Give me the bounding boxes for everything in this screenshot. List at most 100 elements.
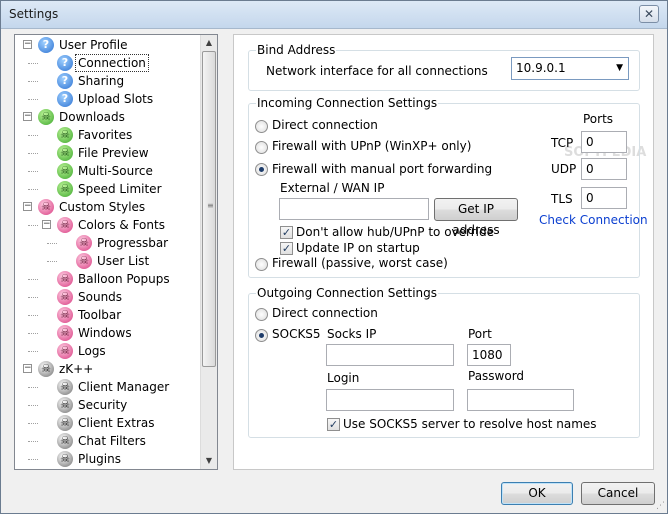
tree-item-sharing[interactable]: ? Sharing bbox=[15, 72, 200, 90]
tree-item-label: Sharing bbox=[78, 74, 125, 88]
tree-item-user-list[interactable]: ☠ User List bbox=[15, 252, 200, 270]
tree-item-favorites[interactable]: ☠ Favorites bbox=[15, 126, 200, 144]
tree-scrollbar[interactable]: ▲ ≡ ▼ bbox=[200, 35, 217, 469]
tree-item-zk[interactable]: − ☠ zK++ bbox=[15, 360, 200, 378]
tree-item-file-preview[interactable]: ☠ File Preview bbox=[15, 144, 200, 162]
tree-item-colors-fonts[interactable]: − ☠ Colors & Fonts bbox=[15, 216, 200, 234]
incoming-manual-label[interactable]: Firewall with manual port forwarding bbox=[272, 162, 492, 176]
tree-item-label: User List bbox=[97, 254, 150, 268]
scroll-thumb[interactable]: ≡ bbox=[202, 51, 216, 367]
resolve-hostnames-checkbox[interactable]: ✓ bbox=[327, 418, 340, 431]
settings-tree[interactable]: ▲ ≡ ▼ −? User Profile? Connection? Sharing?… bbox=[14, 34, 218, 470]
outgoing-direct-label[interactable]: Direct connection bbox=[272, 306, 378, 320]
password-input[interactable] bbox=[467, 389, 574, 411]
tree-item-progressbar[interactable]: ☠ Progressbar bbox=[15, 234, 200, 252]
tree-item-balloon-popups[interactable]: ☠ Balloon Popups bbox=[15, 270, 200, 288]
tree-item-security[interactable]: ☠ Security bbox=[15, 396, 200, 414]
green-skull-icon: ☠ bbox=[57, 163, 73, 179]
tree-item-toolbar[interactable]: ☠ Toolbar bbox=[15, 306, 200, 324]
incoming-legend: Incoming Connection Settings bbox=[257, 96, 438, 110]
no-override-label[interactable]: Don't allow hub/UPnP to override bbox=[296, 225, 494, 239]
outgoing-socks5-label[interactable]: SOCKS5 bbox=[272, 327, 321, 341]
tree-connector bbox=[28, 63, 38, 64]
tree-collapse-icon[interactable]: − bbox=[23, 112, 32, 121]
update-ip-label[interactable]: Update IP on startup bbox=[296, 241, 420, 255]
resolve-hostnames-label[interactable]: Use SOCKS5 server to resolve host names bbox=[343, 417, 597, 431]
no-override-checkbox[interactable]: ✓ bbox=[280, 226, 293, 239]
tree-item-sounds[interactable]: ☠ Sounds bbox=[15, 288, 200, 306]
tcp-label: TCP bbox=[551, 136, 574, 150]
wan-ip-input[interactable] bbox=[279, 198, 429, 220]
tree-connector bbox=[28, 351, 38, 352]
ports-label: Ports bbox=[583, 112, 614, 126]
tree-item-label: Balloon Popups bbox=[78, 272, 170, 286]
login-input[interactable] bbox=[326, 389, 454, 411]
tree-item-speed-limiter[interactable]: ☠ Speed Limiter bbox=[15, 180, 200, 198]
tree-connector bbox=[28, 99, 38, 100]
tree-item-label: File Preview bbox=[78, 146, 149, 160]
socks-port-input[interactable]: 1080 bbox=[467, 344, 511, 366]
tree-item-custom-styles[interactable]: − ☠ Custom Styles bbox=[15, 198, 200, 216]
tcp-port-input[interactable]: 0 bbox=[581, 131, 627, 153]
chevron-down-icon: ▼ bbox=[616, 63, 623, 73]
incoming-passive-label[interactable]: Firewall (passive, worst case) bbox=[272, 256, 448, 270]
tree-item-client-extras[interactable]: ☠ Client Extras bbox=[15, 414, 200, 432]
tree-item-label: Sounds bbox=[78, 290, 123, 304]
tree-item-label: Downloads bbox=[59, 110, 125, 124]
tree-item-logs[interactable]: ☠ Logs bbox=[15, 342, 200, 360]
udp-port-input[interactable]: 0 bbox=[581, 158, 627, 180]
tree-item-label: zK++ bbox=[59, 362, 94, 376]
tree-item-label: Plugins bbox=[78, 452, 121, 466]
incoming-manual-radio[interactable] bbox=[255, 163, 268, 176]
tree-connector bbox=[28, 135, 38, 136]
outgoing-socks5-radio[interactable] bbox=[255, 329, 268, 342]
tree-item-label: Favorites bbox=[78, 128, 133, 142]
tree-item-user-profile[interactable]: −? User Profile bbox=[15, 36, 200, 54]
cancel-button[interactable]: Cancel bbox=[581, 482, 655, 505]
pink-skull-icon: ☠ bbox=[38, 199, 54, 215]
tree-collapse-icon[interactable]: − bbox=[42, 220, 51, 229]
bind-interface-dropdown[interactable]: 10.9.0.1 ▼ bbox=[511, 57, 629, 80]
tree-item-multi-source[interactable]: ☠ Multi-Source bbox=[15, 162, 200, 180]
tree-item-downloads[interactable]: − ☠ Downloads bbox=[15, 108, 200, 126]
tls-port-input[interactable]: 0 bbox=[581, 187, 627, 209]
tree-item-label: Windows bbox=[78, 326, 132, 340]
blue-globe-icon: ? bbox=[38, 37, 54, 53]
tree-connector bbox=[28, 279, 38, 280]
update-ip-checkbox[interactable]: ✓ bbox=[280, 242, 293, 255]
tree-collapse-icon[interactable]: − bbox=[23, 202, 32, 211]
resize-grip-icon[interactable]: ⋰ bbox=[656, 501, 665, 511]
ok-button[interactable]: OK bbox=[501, 482, 573, 505]
tree-collapse-icon[interactable]: − bbox=[23, 40, 32, 49]
scroll-up-arrow-icon[interactable]: ▲ bbox=[201, 35, 217, 51]
tree-item-plugins[interactable]: ☠ Plugins bbox=[15, 450, 200, 468]
outgoing-direct-radio[interactable] bbox=[255, 308, 268, 321]
title-bar[interactable]: Settings ✕ bbox=[1, 1, 667, 29]
tree-item-chat-filters[interactable]: ☠ Chat Filters bbox=[15, 432, 200, 450]
incoming-upnp-label[interactable]: Firewall with UPnP (WinXP+ only) bbox=[272, 139, 471, 153]
tree-connector bbox=[28, 315, 38, 316]
incoming-passive-radio[interactable] bbox=[255, 258, 268, 271]
close-button[interactable]: ✕ bbox=[639, 5, 659, 23]
tree-item-windows[interactable]: ☠ Windows bbox=[15, 324, 200, 342]
incoming-direct-label[interactable]: Direct connection bbox=[272, 118, 378, 132]
check-connection-link[interactable]: Check Connection bbox=[539, 213, 648, 227]
tree-item-client-manager[interactable]: ☠ Client Manager bbox=[15, 378, 200, 396]
get-ip-button[interactable]: Get IP address bbox=[434, 198, 518, 237]
bind-interface-label: Network interface for all connections bbox=[266, 64, 488, 78]
tree-item-label: User Profile bbox=[59, 38, 128, 52]
bw-skull-icon: ☠ bbox=[57, 379, 73, 395]
scroll-down-arrow-icon[interactable]: ▼ bbox=[201, 453, 217, 469]
blue-globe-icon: ? bbox=[57, 91, 73, 107]
tree-item-connection[interactable]: ? Connection bbox=[15, 54, 200, 72]
tree-item-label: Speed Limiter bbox=[78, 182, 162, 196]
tree-item-upload-slots[interactable]: ? Upload Slots bbox=[15, 90, 200, 108]
socks-ip-input[interactable] bbox=[326, 344, 454, 366]
wan-ip-label: External / WAN IP bbox=[280, 181, 385, 195]
tree-collapse-icon[interactable]: − bbox=[23, 364, 32, 373]
tree-connector bbox=[28, 297, 38, 298]
bw-skull-icon: ☠ bbox=[38, 361, 54, 377]
incoming-direct-radio[interactable] bbox=[255, 120, 268, 133]
tree-connector bbox=[28, 459, 38, 460]
incoming-upnp-radio[interactable] bbox=[255, 141, 268, 154]
